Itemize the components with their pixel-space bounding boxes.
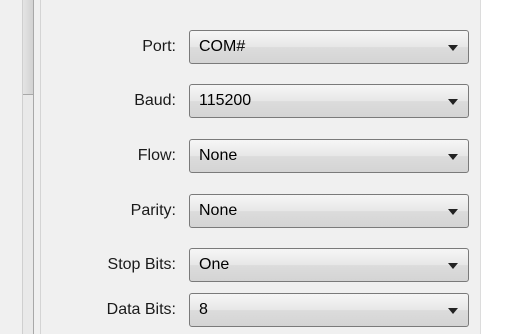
- data-bits-dropdown[interactable]: 8: [189, 293, 469, 327]
- port-row: Port: COM#: [0, 30, 505, 64]
- flow-dropdown[interactable]: None: [189, 139, 469, 173]
- stop-bits-dropdown[interactable]: One: [189, 248, 469, 282]
- flow-label: Flow:: [137, 147, 176, 164]
- stop-bits-row: Stop Bits: One: [0, 248, 505, 282]
- stop-bits-value: One: [199, 256, 230, 273]
- baud-dropdown[interactable]: 115200: [189, 84, 469, 118]
- chevron-down-icon: [448, 263, 458, 269]
- parity-row: Parity: None: [0, 194, 505, 228]
- port-dropdown[interactable]: COM#: [189, 30, 469, 64]
- baud-value: 115200: [199, 92, 252, 109]
- baud-row: Baud: 115200: [0, 84, 505, 118]
- parity-dropdown[interactable]: None: [189, 194, 469, 228]
- chevron-down-icon: [448, 209, 458, 215]
- chevron-down-icon: [448, 45, 458, 51]
- port-label: Port:: [142, 38, 176, 55]
- flow-row: Flow: None: [0, 139, 505, 173]
- chevron-down-icon: [448, 308, 458, 314]
- data-bits-value: 8: [199, 301, 208, 318]
- parity-label: Parity:: [130, 202, 176, 219]
- stop-bits-label: Stop Bits:: [107, 256, 176, 273]
- data-bits-row: Data Bits: 8: [0, 293, 505, 327]
- port-value: COM#: [199, 38, 246, 55]
- baud-label: Baud:: [134, 92, 176, 109]
- parity-value: None: [199, 202, 238, 219]
- chevron-down-icon: [448, 99, 458, 105]
- data-bits-label: Data Bits:: [106, 301, 176, 318]
- chevron-down-icon: [448, 154, 458, 160]
- flow-value: None: [199, 147, 238, 164]
